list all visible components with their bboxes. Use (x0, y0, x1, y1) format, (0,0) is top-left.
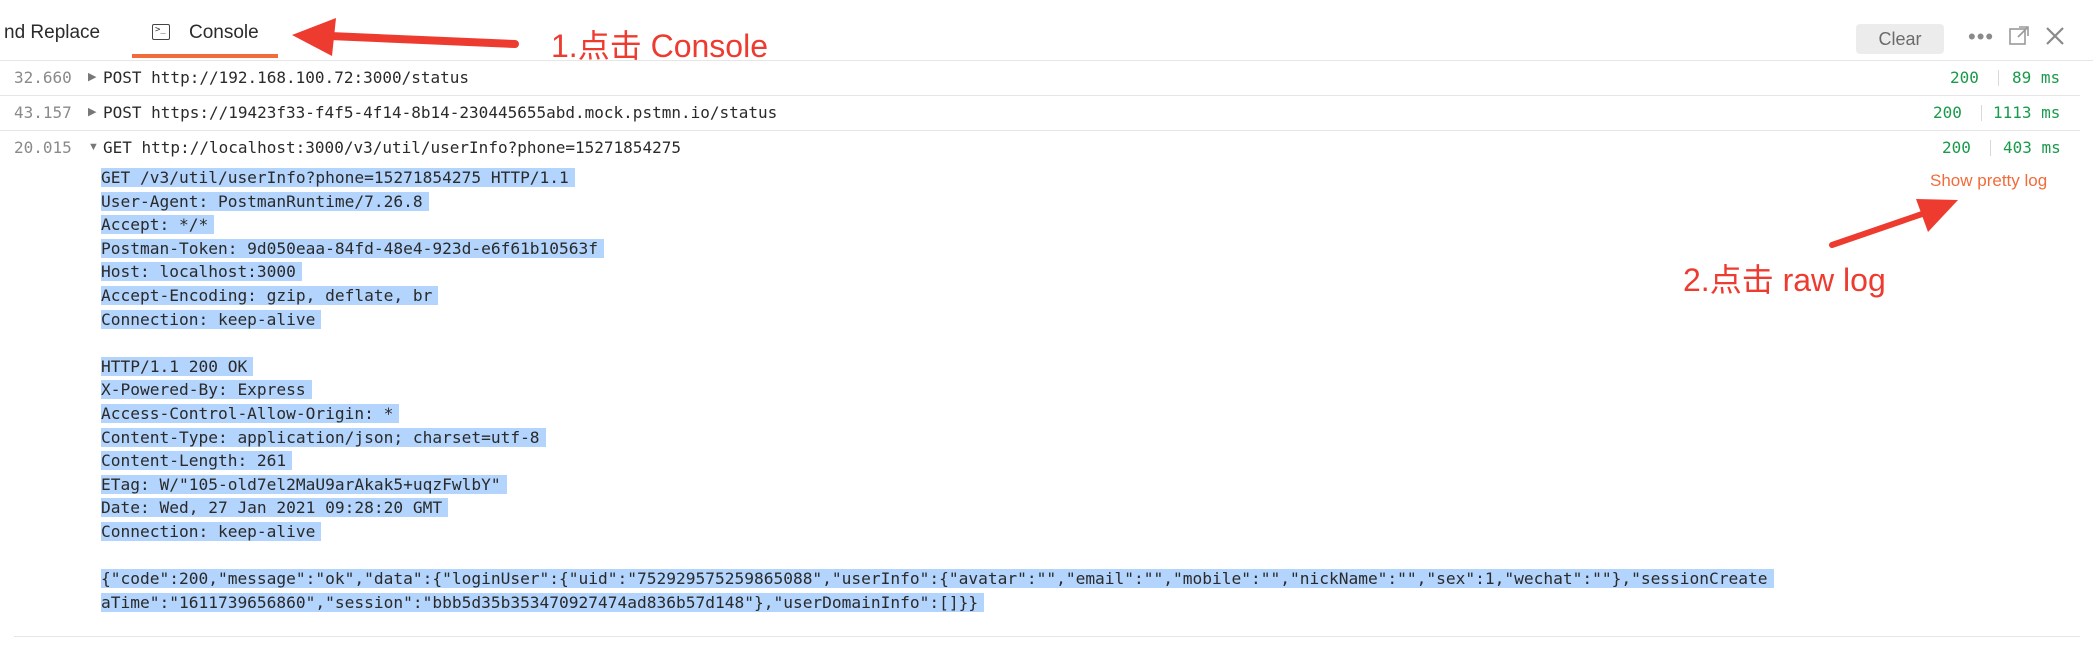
arrow-icon (292, 18, 519, 56)
arrow-icon (1829, 199, 1958, 248)
annotation-step1: 1.点击 Console (551, 28, 768, 64)
annotation-step2: 2.点击 raw log (1683, 262, 1886, 298)
annotation-arrows (292, 18, 1958, 248)
